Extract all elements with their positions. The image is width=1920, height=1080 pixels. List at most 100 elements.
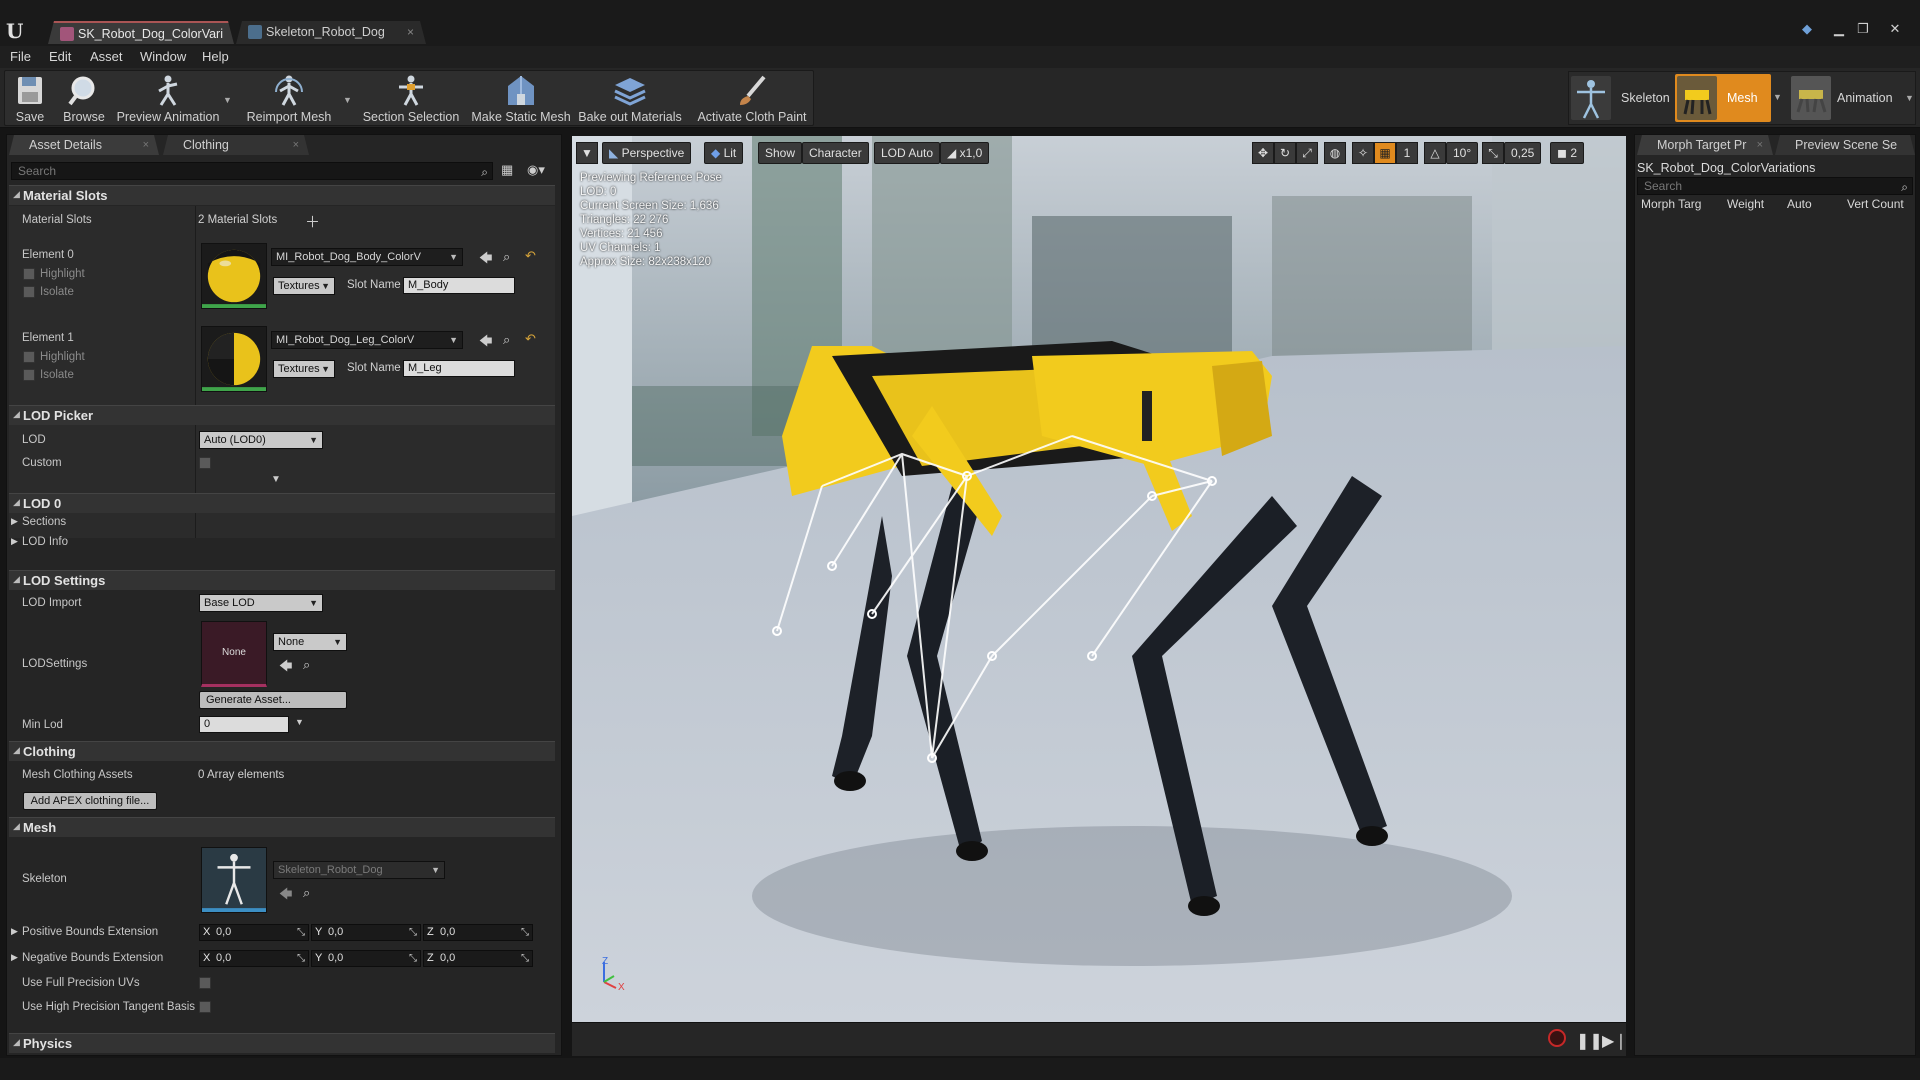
browse-icon[interactable]: ⌕ — [303, 657, 310, 673]
positive-bounds-y[interactable]: Y 0,0 ⤡ — [311, 924, 421, 941]
menu-edit[interactable]: Edit — [49, 49, 71, 64]
browse-icon[interactable]: ⌕ — [503, 332, 510, 348]
skeleton-dropdown[interactable]: Skeleton_Robot_Dog ▼ — [273, 861, 445, 879]
tab-asset-details[interactable]: Asset Details × — [9, 135, 159, 155]
notification-icon[interactable]: ◆ — [1798, 22, 1816, 36]
slot-name-field-0[interactable]: M_Body — [403, 277, 515, 294]
lit-button[interactable]: ◆ Lit — [704, 142, 744, 164]
isolate-checkbox[interactable] — [23, 369, 35, 381]
close-window-button[interactable]: ✕ — [1886, 22, 1904, 36]
lod-info-row[interactable]: LOD Info — [22, 536, 68, 548]
category-clothing[interactable]: ◢ Clothing — [9, 741, 555, 761]
column-splitter[interactable] — [195, 206, 196, 538]
sections-row[interactable]: Sections — [22, 516, 66, 528]
category-material-slots[interactable]: ◢ Material Slots — [9, 185, 555, 205]
negative-bounds-x[interactable]: X 0,0 ⤡ — [199, 950, 309, 967]
tab-preview-scene-settings[interactable]: Preview Scene Se — [1775, 135, 1915, 155]
lod-dropdown[interactable]: Auto (LOD0) ▼ — [199, 431, 323, 449]
add-icon[interactable]: ＋ — [305, 211, 320, 232]
collapsed-triangle-icon[interactable]: ▶ — [11, 516, 18, 527]
slot-name-field-1[interactable]: M_Leg — [403, 360, 515, 377]
lod-auto-button[interactable]: LOD Auto — [874, 142, 941, 164]
tab-skeletal-mesh[interactable]: SK_Robot_Dog_ColorVari — [48, 21, 234, 44]
collapsed-triangle-icon[interactable]: ▶ — [11, 952, 18, 963]
menu-help[interactable]: Help — [202, 49, 229, 64]
category-physics[interactable]: ◢ Physics — [9, 1033, 555, 1053]
minimize-button[interactable]: ▁ — [1830, 22, 1848, 36]
full-precision-uvs-checkbox[interactable] — [199, 977, 211, 989]
textures-dropdown-0[interactable]: Textures ▼ — [273, 277, 335, 295]
tab-morph-target-preview[interactable]: Morph Target Pr × — [1637, 135, 1773, 155]
browse-icon[interactable]: ⌕ — [503, 249, 510, 265]
perspective-button[interactable]: ◣ Perspective — [602, 142, 692, 164]
animation-mode-button[interactable]: Animation ▼ — [1789, 74, 1915, 122]
generate-asset-button[interactable]: Generate Asset... — [199, 691, 347, 709]
mesh-mode-button[interactable]: Mesh — [1675, 74, 1771, 122]
close-icon[interactable]: × — [1757, 135, 1763, 155]
reset-icon[interactable]: ↶ — [525, 331, 536, 347]
save-button[interactable]: Save — [5, 71, 55, 127]
surface-snap-icon[interactable]: ✧ — [1352, 142, 1374, 164]
custom-checkbox[interactable] — [199, 457, 211, 469]
highlight-checkbox[interactable] — [23, 268, 35, 280]
bake-out-materials-button[interactable]: Bake out Materials — [577, 71, 683, 127]
use-selected-arrow-icon[interactable]: 🡄 — [279, 885, 292, 907]
collapsed-triangle-icon[interactable]: ▶ — [11, 926, 18, 937]
grid-view-icon[interactable]: ▦ — [501, 162, 513, 178]
menu-file[interactable]: File — [10, 49, 31, 64]
translate-icon[interactable]: ✥ — [1252, 142, 1274, 164]
browse-button[interactable]: Browse — [57, 71, 111, 127]
chevron-down-icon[interactable]: ▼ — [343, 95, 353, 105]
maximize-button[interactable]: ❐ — [1854, 22, 1872, 36]
positive-bounds-x[interactable]: X 0,0 ⤡ — [199, 924, 309, 941]
collapsed-triangle-icon[interactable]: ▶ — [11, 536, 18, 547]
close-icon[interactable]: × — [143, 135, 149, 155]
step-forward-button[interactable]: ▶❘ — [1602, 1031, 1628, 1051]
material-select-0[interactable]: MI_Robot_Dog_Body_ColorV ▼ — [271, 248, 463, 266]
category-lod-0[interactable]: ◢ LOD 0 — [9, 493, 555, 513]
menu-asset[interactable]: Asset — [90, 49, 123, 64]
negative-bounds-z[interactable]: Z 0,0 ⤡ — [423, 950, 533, 967]
rotate-icon[interactable]: ↻ — [1274, 142, 1296, 164]
scale-snap-value-button[interactable]: 0,25 — [1504, 142, 1542, 164]
material-select-1[interactable]: MI_Robot_Dog_Leg_ColorV ▼ — [271, 331, 463, 349]
min-lod-field[interactable]: 0 — [199, 716, 289, 733]
use-selected-arrow-icon[interactable]: 🡄 — [279, 657, 292, 679]
grid-size-button[interactable]: 1 — [1396, 142, 1418, 164]
chevron-down-icon[interactable]: ▼ — [223, 95, 233, 105]
add-apex-clothing-button[interactable]: Add APEX clothing file... — [23, 792, 157, 810]
details-search-input[interactable]: Search ⌕ — [11, 162, 493, 180]
record-button[interactable] — [1548, 1029, 1566, 1047]
highlight-checkbox[interactable] — [23, 351, 35, 363]
column-header-weight[interactable]: Weight — [1727, 197, 1764, 211]
use-selected-arrow-icon[interactable]: 🡄 — [479, 249, 492, 271]
chevron-down-icon[interactable]: ▼ — [1905, 93, 1915, 103]
negative-bounds-y[interactable]: Y 0,0 ⤡ — [311, 950, 421, 967]
scale-snap-icon[interactable]: ⤡ — [1482, 142, 1504, 164]
camera-speed-button[interactable]: ◼ 2 — [1550, 142, 1584, 164]
close-icon[interactable]: × — [293, 135, 299, 155]
tab-skeleton[interactable]: Skeleton_Robot_Dog × — [236, 21, 426, 44]
isolate-checkbox[interactable] — [23, 286, 35, 298]
close-icon[interactable]: × — [407, 21, 414, 44]
morph-search-input[interactable]: Search ⌕ — [1637, 177, 1913, 195]
playback-speed-button[interactable]: ◢ x1,0 — [940, 142, 990, 164]
preview-animation-button[interactable]: Preview Animation — [113, 71, 223, 127]
textures-dropdown-1[interactable]: Textures ▼ — [273, 360, 335, 378]
material-body-thumbnail[interactable] — [201, 243, 267, 309]
chevron-down-icon[interactable]: ▼ — [1773, 92, 1783, 102]
scale-icon[interactable]: ⤢ — [1296, 142, 1318, 164]
category-lod-settings[interactable]: ◢ LOD Settings — [9, 570, 555, 590]
viewport[interactable]: ▼ ◣ Perspective ◆ Lit Show Character LOD… — [572, 136, 1626, 1022]
category-lod-picker[interactable]: ◢ LOD Picker — [9, 405, 555, 425]
reset-icon[interactable]: ↶ — [525, 248, 536, 264]
pause-button[interactable]: ❚❚ — [1576, 1031, 1603, 1051]
high-precision-tangent-checkbox[interactable] — [199, 1001, 211, 1013]
positive-bounds-z[interactable]: Z 0,0 ⤡ — [423, 924, 533, 941]
column-header-vert-count[interactable]: Vert Count — [1847, 197, 1904, 211]
viewport-options-dropdown[interactable]: ▼ — [576, 142, 598, 164]
category-mesh[interactable]: ◢ Mesh — [9, 817, 555, 837]
show-button[interactable]: Show — [758, 142, 803, 164]
browse-icon[interactable]: ⌕ — [303, 885, 310, 901]
eye-icon[interactable]: ◉▾ — [527, 162, 545, 178]
